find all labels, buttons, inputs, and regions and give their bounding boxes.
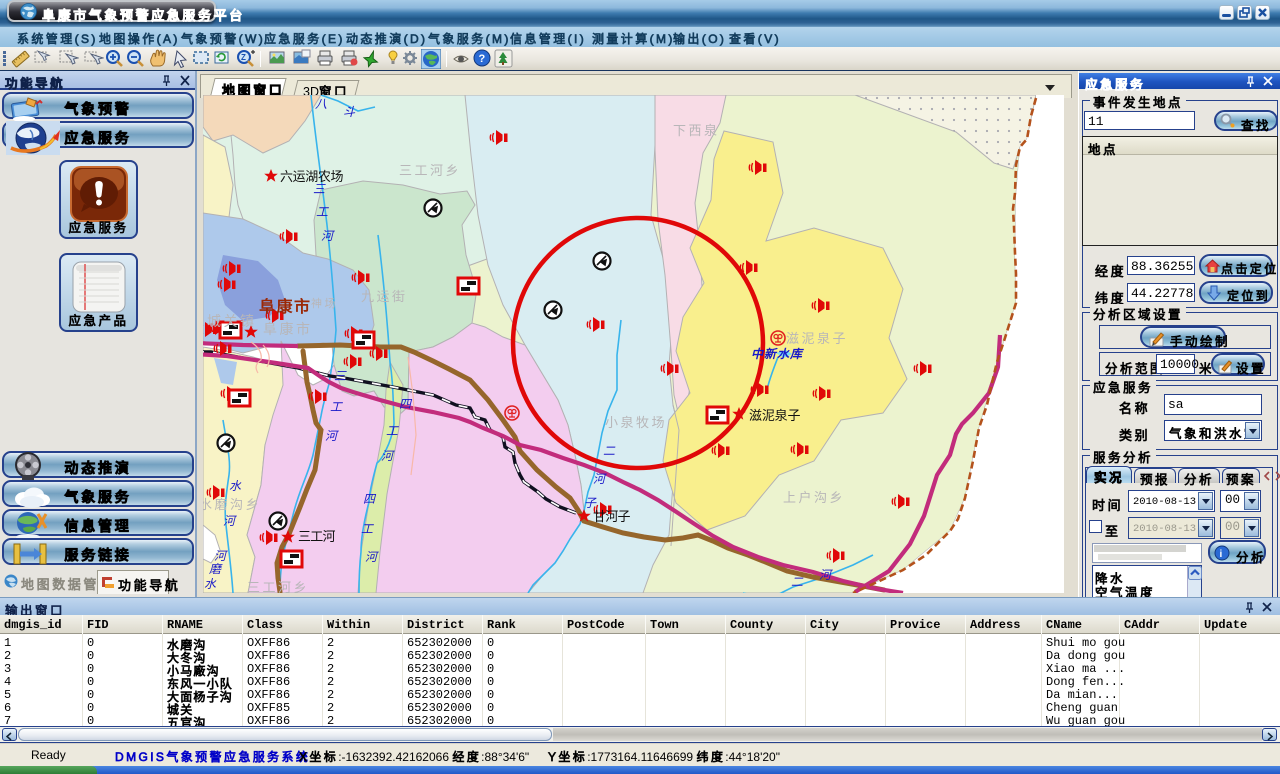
svg-text:上户沟乡: 上户沟乡: [783, 490, 845, 505]
svg-text:河: 河: [365, 550, 379, 564]
svg-text:滋泥泉子: 滋泥泉子: [749, 408, 803, 423]
svg-text:九运街: 九运街: [361, 289, 408, 304]
svg-text:河: 河: [381, 449, 395, 463]
svg-text:河: 河: [214, 549, 228, 563]
svg-text:三工河: 三工河: [298, 529, 338, 544]
svg-text:滋泥泉子: 滋泥泉子: [786, 331, 848, 346]
svg-text:工: 工: [361, 522, 374, 536]
svg-text:阜康市: 阜康市: [259, 297, 312, 316]
svg-text:Z: Z: [241, 53, 246, 62]
svg-text:河: 河: [593, 472, 607, 486]
svg-text:河: 河: [819, 568, 833, 582]
svg-text:三: 三: [313, 182, 326, 196]
svg-text:三工河乡: 三工河乡: [247, 580, 309, 593]
svg-text:二: 二: [791, 575, 804, 589]
svg-text:水: 水: [204, 577, 217, 591]
svg-text:四: 四: [363, 492, 377, 506]
svg-text:二: 二: [603, 444, 616, 458]
svg-text:下西泉: 下西泉: [673, 123, 720, 138]
svg-text:子: 子: [584, 496, 597, 510]
svg-text:阜康市: 阜康市: [263, 321, 313, 337]
svg-text:工: 工: [316, 205, 329, 219]
svg-text:水: 水: [229, 479, 242, 493]
svg-text:工: 工: [330, 400, 343, 414]
svg-text:河: 河: [321, 229, 335, 243]
svg-text:河: 河: [325, 429, 339, 443]
svg-text:水磨沟乡: 水磨沟乡: [203, 497, 261, 512]
svg-text:小泉牧场: 小泉牧场: [605, 415, 667, 430]
svg-text:城关镇: 城关镇: [207, 313, 257, 329]
svg-text:?: ?: [479, 53, 486, 65]
svg-text:中新水库: 中新水库: [751, 347, 804, 361]
svg-text:斗: 斗: [343, 105, 356, 119]
svg-text:工: 工: [386, 424, 399, 438]
svg-text:i: i: [1220, 549, 1223, 560]
svg-text:八: 八: [315, 97, 328, 111]
svg-text:三工河乡: 三工河乡: [399, 163, 461, 178]
svg-text:磨: 磨: [209, 562, 223, 576]
svg-text:神场: 神场: [311, 296, 338, 310]
svg-text:三: 三: [334, 369, 347, 383]
svg-text:四: 四: [399, 397, 413, 411]
svg-text:河: 河: [223, 514, 237, 528]
svg-text:甘河子: 甘河子: [593, 509, 633, 524]
